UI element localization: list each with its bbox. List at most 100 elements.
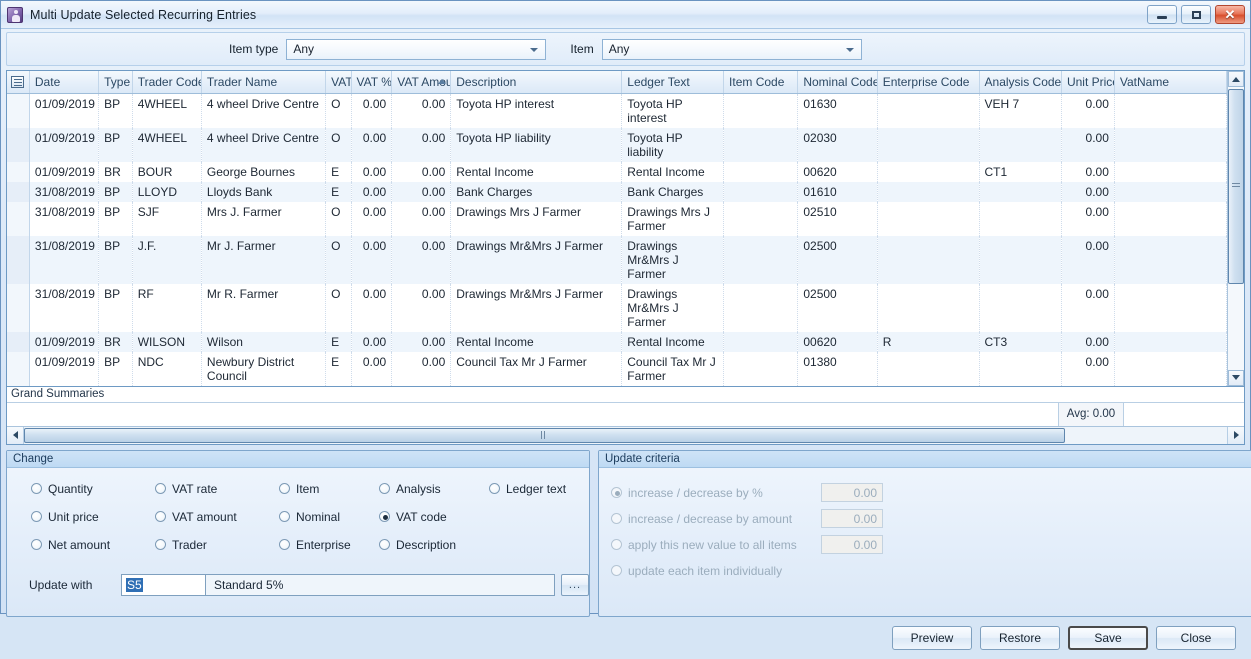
- column-header-vat-amount[interactable]: VAT Amou: [391, 71, 452, 94]
- table-row[interactable]: 31/08/2019 BP SJF Mrs J. Farmer O 0.00 0.00 Dra…: [7, 201, 1227, 236]
- row-selector[interactable]: [7, 351, 30, 386]
- triangle-up-icon: [1232, 76, 1240, 82]
- close-dialog-button[interactable]: Close: [1156, 625, 1236, 650]
- row-selector[interactable]: [7, 127, 30, 162]
- criteria-option-apply-this-new-value-to-all-items[interactable]: apply this new value to all items: [611, 538, 811, 552]
- close-icon: ✕: [1224, 7, 1236, 22]
- cell-item-code: [723, 201, 799, 236]
- item-dropdown[interactable]: Any: [601, 38, 862, 60]
- scroll-right-button[interactable]: [1227, 426, 1244, 444]
- update-with-browse-button[interactable]: ...: [561, 573, 589, 596]
- restore-button[interactable]: Restore: [980, 625, 1060, 650]
- cell-date: 01/09/2019: [29, 331, 100, 352]
- maximize-button[interactable]: [1181, 5, 1211, 24]
- cell-vat-amount: 0.00: [391, 235, 452, 284]
- minimize-button[interactable]: [1147, 5, 1177, 24]
- change-option-description[interactable]: Description: [379, 538, 489, 552]
- cell-item-code: [723, 93, 799, 128]
- grid-config-icon[interactable]: [11, 76, 25, 89]
- change-option-quantity[interactable]: Quantity: [31, 482, 155, 496]
- row-selector[interactable]: [7, 93, 30, 128]
- column-header-date[interactable]: Date: [29, 71, 100, 94]
- grid-horizontal-scrollbar[interactable]: [7, 425, 1244, 444]
- cell-description: Drawings Mrs J Farmer: [450, 201, 623, 236]
- column-header-enterprise-code[interactable]: Enterprise Code: [877, 71, 980, 94]
- column-header-unit-price[interactable]: Unit Price: [1061, 71, 1115, 94]
- update-with-code-input[interactable]: S5: [121, 573, 205, 596]
- scroll-up-button[interactable]: [1228, 71, 1244, 87]
- row-selector[interactable]: [7, 283, 30, 332]
- cell-vat-pct: 0.00: [351, 235, 393, 284]
- column-header-type[interactable]: Type: [98, 71, 133, 94]
- criteria-value-input[interactable]: 0.00: [821, 535, 883, 554]
- table-row[interactable]: 31/08/2019 BP LLOYD Lloyds Bank E 0.00 0.00 Ban…: [7, 181, 1227, 202]
- column-header-vat-pct[interactable]: VAT %: [351, 71, 393, 94]
- table-row[interactable]: 01/09/2019 BP NDC Newbury District Council E…: [7, 351, 1227, 386]
- cell-unit-price: 0.00: [1061, 235, 1115, 284]
- table-row[interactable]: 31/08/2019 BP J.F. Mr J. Farmer O 0.00 0.00 Dra…: [7, 235, 1227, 284]
- cell-enterprise-code: [877, 283, 980, 332]
- row-selector[interactable]: [7, 331, 30, 352]
- column-header-description[interactable]: Description: [450, 71, 623, 94]
- column-header-vat-name[interactable]: VatName: [1114, 71, 1227, 94]
- grid-vertical-scrollbar[interactable]: [1227, 71, 1244, 386]
- table-row[interactable]: 01/09/2019 BR WILSON Wilson E 0.00 0.00 Rental …: [7, 331, 1227, 352]
- row-selector[interactable]: [7, 181, 30, 202]
- change-option-ledger-text[interactable]: Ledger text: [489, 482, 589, 496]
- row-selector[interactable]: [7, 235, 30, 284]
- scroll-left-button[interactable]: [7, 426, 24, 444]
- horizontal-scroll-thumb[interactable]: [24, 427, 1065, 443]
- row-selector[interactable]: [7, 201, 30, 236]
- column-header-analysis-code[interactable]: Analysis Code: [979, 71, 1062, 94]
- vertical-scroll-thumb[interactable]: [1228, 89, 1244, 284]
- item-type-dropdown[interactable]: Any: [286, 38, 547, 60]
- grid-select-all-header[interactable]: [7, 71, 30, 94]
- close-button[interactable]: ✕: [1215, 5, 1245, 24]
- update-with-code-value: S5: [126, 577, 143, 592]
- row-selector[interactable]: [7, 161, 30, 182]
- change-option-nominal[interactable]: Nominal: [279, 510, 379, 524]
- cell-analysis-code: CT1: [979, 161, 1062, 182]
- table-row[interactable]: 01/09/2019 BP 4WHEEL 4 wheel Drive Centre O 0…: [7, 93, 1227, 128]
- table-row[interactable]: 31/08/2019 BP RF Mr R. Farmer O 0.00 0.00 Drawi…: [7, 283, 1227, 332]
- preview-button[interactable]: Preview: [892, 625, 972, 650]
- column-header-trader-name[interactable]: Trader Name: [201, 71, 327, 94]
- column-header-vat[interactable]: VAT: [325, 71, 352, 94]
- criteria-value-input[interactable]: 0.00: [821, 483, 883, 502]
- change-option-analysis[interactable]: Analysis: [379, 482, 489, 496]
- change-option-vat-code[interactable]: VAT code: [379, 510, 489, 524]
- cell-item-code: [723, 235, 799, 284]
- change-option-trader[interactable]: Trader: [155, 538, 279, 552]
- column-header-ledger-text[interactable]: Ledger Text: [621, 71, 725, 94]
- dialog-footer: Preview Restore Save Close: [1, 617, 1250, 659]
- horizontal-scroll-track[interactable]: [24, 426, 1227, 444]
- column-header-nominal-code[interactable]: Nominal Code: [797, 71, 878, 94]
- grid-table: Date Type Trader Code Trader Name VAT VA…: [7, 71, 1227, 386]
- column-header-item-code[interactable]: Item Code: [723, 71, 799, 94]
- criteria-option-increase-decrease-by-[interactable]: increase / decrease by %: [611, 486, 811, 500]
- table-row[interactable]: 01/09/2019 BR BOUR George Bournes E 0.00 0.00 R…: [7, 161, 1227, 182]
- cell-vat-pct: 0.00: [351, 201, 393, 236]
- criteria-option-increase-decrease-by-amount[interactable]: increase / decrease by amount: [611, 512, 811, 526]
- cell-vat-amount: 0.00: [391, 331, 452, 352]
- update-with-row: Update with S5 Standard 5% ...: [7, 552, 589, 596]
- change-option-item[interactable]: Item: [279, 482, 379, 496]
- change-option-enterprise[interactable]: Enterprise: [279, 538, 379, 552]
- change-option-unit-price[interactable]: Unit price: [31, 510, 155, 524]
- change-option-net-amount[interactable]: Net amount: [31, 538, 155, 552]
- criteria-value-input[interactable]: 0.00: [821, 509, 883, 528]
- scroll-down-button[interactable]: [1228, 369, 1244, 386]
- radio-icon: [611, 565, 622, 576]
- change-option-vat-rate[interactable]: VAT rate: [155, 482, 279, 496]
- cell-vat-pct: 0.00: [351, 93, 393, 128]
- chevron-down-icon: [845, 47, 854, 52]
- cell-vat-amount: 0.00: [391, 93, 452, 128]
- column-header-trader-code[interactable]: Trader Code: [132, 71, 202, 94]
- save-button[interactable]: Save: [1068, 625, 1148, 650]
- table-row[interactable]: 01/09/2019 BP 4WHEEL 4 wheel Drive Centre O 0…: [7, 127, 1227, 162]
- cell-vat: O: [325, 201, 352, 236]
- vertical-scroll-track[interactable]: [1228, 87, 1244, 370]
- cell-unit-price: 0.00: [1061, 283, 1115, 332]
- change-option-vat-amount[interactable]: VAT amount: [155, 510, 279, 524]
- criteria-option-update-each-item-individually[interactable]: update each item individually: [611, 564, 811, 578]
